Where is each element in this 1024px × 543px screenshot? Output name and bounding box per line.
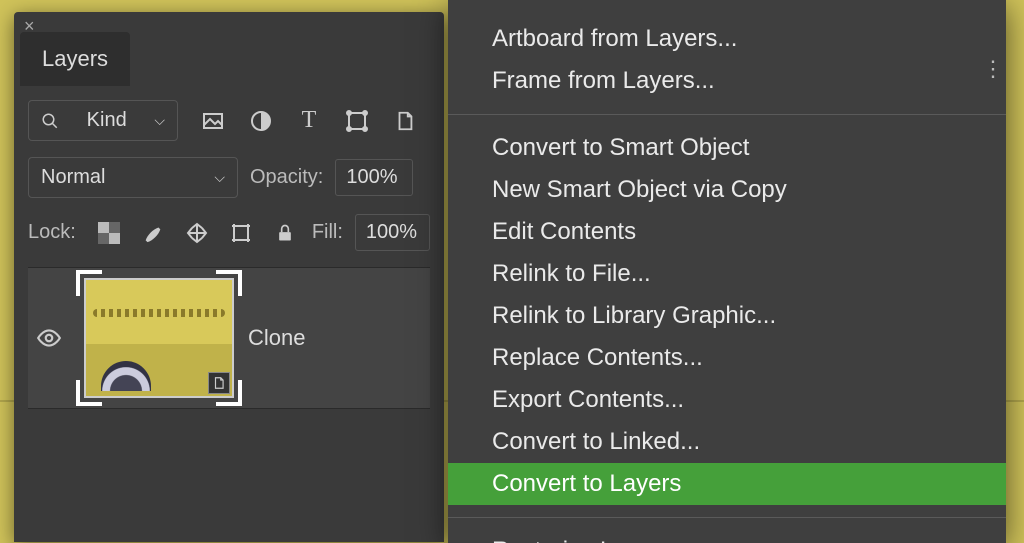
filter-kind-dropdown[interactable]: Kind ⌵ bbox=[28, 100, 178, 141]
filter-type-icons: T bbox=[198, 106, 420, 136]
visibility-eye-icon[interactable] bbox=[36, 325, 70, 351]
tab-layers[interactable]: Layers bbox=[20, 32, 130, 86]
panel-menu-icon[interactable]: ⋮ bbox=[982, 56, 1004, 82]
blend-mode-value: Normal bbox=[41, 166, 105, 189]
chevron-down-icon: ⌵ bbox=[154, 112, 165, 129]
image-filter-icon[interactable] bbox=[198, 106, 228, 136]
filter-kind-label: Kind bbox=[87, 109, 127, 132]
panel-body: Kind ⌵ T Normal ⌵ Opacity: 100% Lock: bbox=[14, 86, 444, 423]
lock-paint-icon[interactable] bbox=[138, 218, 168, 248]
menu-item-convert-to-smart-object[interactable]: Convert to Smart Object bbox=[448, 127, 1006, 169]
menu-item-frame-from-layers[interactable]: Frame from Layers... bbox=[448, 60, 1006, 102]
menu-item-convert-to-layers[interactable]: Convert to Layers bbox=[448, 463, 1006, 505]
fill-input[interactable]: 100% bbox=[355, 214, 430, 251]
opacity-input[interactable]: 100% bbox=[335, 159, 413, 196]
adjustment-filter-icon[interactable] bbox=[246, 106, 276, 136]
menu-item-relink-to-library-graphic[interactable]: Relink to Library Graphic... bbox=[448, 295, 1006, 337]
lock-transparency-icon[interactable] bbox=[94, 218, 124, 248]
layer-row[interactable]: Clone bbox=[28, 267, 430, 409]
panel-tabs: Layers bbox=[14, 32, 444, 86]
context-menu: ⋮ Artboard from Layers...Frame from Laye… bbox=[448, 0, 1006, 543]
opacity-label: Opacity: bbox=[250, 166, 323, 189]
lock-label: Lock: bbox=[28, 221, 76, 244]
menu-item-new-smart-object-via-copy[interactable]: New Smart Object via Copy bbox=[448, 169, 1006, 211]
blend-mode-dropdown[interactable]: Normal ⌵ bbox=[28, 157, 238, 198]
menu-separator bbox=[448, 517, 1006, 518]
menu-item-replace-contents[interactable]: Replace Contents... bbox=[448, 337, 1006, 379]
lock-artboard-icon[interactable] bbox=[226, 218, 256, 248]
menu-item-rasterize-layer[interactable]: Rasterize Layer bbox=[448, 530, 1006, 543]
chevron-down-icon: ⌵ bbox=[214, 169, 225, 186]
lock-row: Lock: Fill: 100% bbox=[28, 214, 430, 251]
close-icon[interactable]: × bbox=[24, 16, 35, 37]
menu-item-relink-to-file[interactable]: Relink to File... bbox=[448, 253, 1006, 295]
menu-item-export-contents[interactable]: Export Contents... bbox=[448, 379, 1006, 421]
layer-name-label[interactable]: Clone bbox=[248, 325, 305, 351]
lock-all-icon[interactable] bbox=[270, 218, 300, 248]
menu-item-edit-contents[interactable]: Edit Contents bbox=[448, 211, 1006, 253]
menu-item-artboard-from-layers[interactable]: Artboard from Layers... bbox=[448, 18, 1006, 60]
blend-row: Normal ⌵ Opacity: 100% bbox=[28, 157, 430, 198]
menu-item-convert-to-linked[interactable]: Convert to Linked... bbox=[448, 421, 1006, 463]
fill-label: Fill: bbox=[312, 221, 343, 244]
shape-filter-icon[interactable] bbox=[342, 106, 372, 136]
menu-separator bbox=[448, 114, 1006, 115]
lock-position-icon[interactable] bbox=[182, 218, 212, 248]
layers-panel: × Layers Kind ⌵ T Normal ⌵ bbox=[14, 12, 444, 542]
search-icon bbox=[41, 112, 59, 130]
layer-thumbnail[interactable] bbox=[84, 278, 234, 398]
smartobject-badge-icon bbox=[208, 372, 230, 394]
smartobject-filter-icon[interactable] bbox=[390, 106, 420, 136]
filter-row: Kind ⌵ T bbox=[28, 100, 430, 141]
type-filter-icon[interactable]: T bbox=[294, 106, 324, 136]
